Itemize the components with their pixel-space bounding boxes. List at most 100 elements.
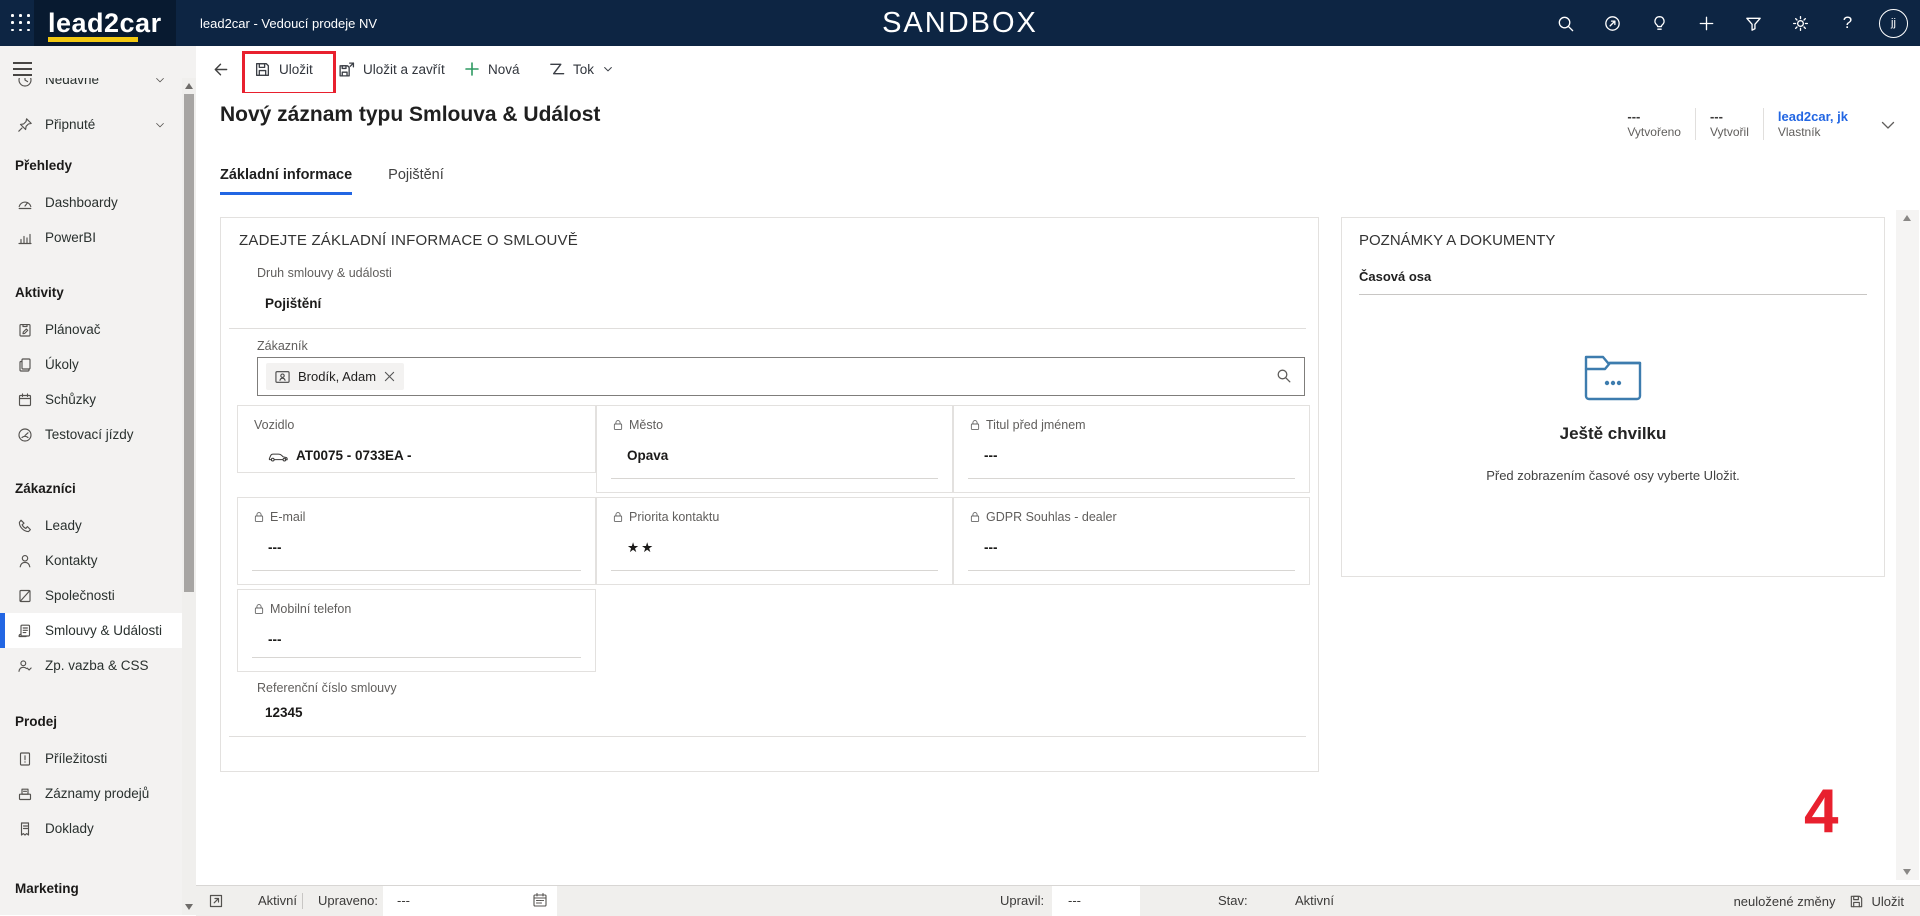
modified-by-field[interactable]: --- (1052, 886, 1140, 916)
flow-button[interactable]: Tok (540, 46, 622, 92)
save-and-close-button[interactable]: Uložit a zavřít (330, 46, 453, 92)
sidebar-group-zakaznici: Zákazníci (0, 478, 182, 498)
scroll-down-arrow-icon[interactable] (185, 904, 193, 910)
field-value-mobil: --- (268, 632, 282, 647)
status-bar: Aktivní Upraveno: --- Upravil: --- Stav:… (196, 885, 1920, 916)
state-label: Stav: (1218, 893, 1248, 908)
scroll-down-arrow-icon[interactable] (1903, 869, 1911, 875)
new-record-button[interactable]: Nová (456, 46, 528, 92)
sidebar-item-smlouvy-udalosti[interactable]: Smlouvy & Události (0, 613, 182, 648)
stat-created: --- Vytvořeno (1613, 108, 1695, 140)
chevron-down-icon (602, 63, 614, 75)
modified-date-field[interactable]: --- (383, 886, 557, 916)
field-value-referencni[interactable]: 12345 (265, 705, 303, 720)
settings-gear-icon[interactable] (1777, 0, 1824, 46)
status-active-label: Aktivní (258, 893, 297, 908)
save-icon (1849, 894, 1864, 909)
form-section-card: ZADEJTE ZÁKLADNÍ INFORMACE O SMLOUVĚ Dru… (220, 217, 1319, 772)
field-cell-mesto: Město Opava (596, 405, 953, 493)
modified-by-value: --- (1068, 893, 1081, 908)
field-label-email: E-mail (254, 510, 305, 524)
scroll-up-arrow-icon[interactable] (185, 83, 193, 89)
annotation-step-number: 4 (1804, 781, 1838, 843)
sidebar-item-zp-vazba-css[interactable]: Zp. vazba & CSS (0, 648, 182, 683)
sidebar-item-ukoly[interactable]: Úkoly (0, 347, 182, 382)
sidebar-item-doklady[interactable]: Doklady (0, 811, 182, 846)
sidebar-item-powerbi[interactable]: PowerBI (0, 220, 182, 255)
field-cell-mobil: Mobilní telefon --- (237, 589, 596, 672)
sidebar-item-recent[interactable]: Nedávné (0, 78, 182, 97)
sidebar-item-label: Připnuté (45, 117, 95, 132)
sidebar-item-schuzky[interactable]: Schůzky (0, 382, 182, 417)
phone-icon (17, 518, 33, 534)
back-button[interactable] (204, 46, 237, 92)
calendar-icon[interactable] (532, 892, 548, 908)
status-bar-right: neuložené změny Uložit (1734, 886, 1904, 916)
field-value-mesto: Opava (627, 448, 668, 463)
field-label-titul: Titul před jménem (970, 418, 1086, 432)
sidebar-item-prilezitosti[interactable]: Příležitosti (0, 741, 182, 776)
popout-icon[interactable] (208, 893, 224, 909)
sidebar-item-kontakty[interactable]: Kontakty (0, 543, 182, 578)
field-value-priorita-rating: ★★ (627, 540, 655, 556)
header-chevron-down-icon[interactable] (1880, 117, 1896, 133)
sidebar-item-pinned[interactable]: Připnuté (0, 107, 182, 142)
clipboard-icon (17, 322, 33, 338)
sidebar-item-planovac[interactable]: Plánovač (0, 312, 182, 347)
scroll-up-arrow-icon[interactable] (1903, 215, 1911, 221)
sidebar-item-label: Nedávné (45, 78, 99, 87)
logo[interactable]: lead2car (34, 0, 176, 46)
customer-lookup-input[interactable]: Brodík, Adam (257, 357, 1305, 396)
dismiss-icon[interactable] (384, 371, 395, 382)
field-value-vozidlo[interactable]: AT0075 - 0733EA - (268, 448, 412, 463)
status-save-button[interactable]: Uložit (1849, 894, 1904, 909)
field-label-gdpr: GDPR Souhlas - dealer (970, 510, 1117, 524)
bar-chart-icon (17, 230, 33, 246)
company-document-icon (17, 588, 33, 604)
sidebar-scroll-area: Nedávné Připnuté Přehledy Dashboardy Pow… (0, 78, 182, 915)
circle-arrow-icon[interactable] (1589, 0, 1636, 46)
sidebar-scrollbar (182, 78, 196, 915)
field-cell-vozidlo[interactable]: Vozidlo AT0075 - 0733EA - (237, 405, 596, 473)
add-icon[interactable] (1683, 0, 1730, 46)
car-icon (268, 450, 289, 462)
app-launcher-waffle-icon[interactable] (11, 14, 31, 32)
person-feedback-icon (17, 658, 33, 674)
folder-icon (1582, 350, 1644, 402)
calendar-icon (17, 392, 33, 408)
scrollbar-thumb[interactable] (184, 94, 194, 592)
sidebar-item-leady[interactable]: Leady (0, 508, 182, 543)
lock-icon (254, 603, 264, 615)
lightbulb-icon[interactable] (1636, 0, 1683, 46)
customer-chip[interactable]: Brodík, Adam (266, 363, 404, 390)
lock-icon (970, 419, 980, 431)
tab-pojisteni[interactable]: Pojištění (388, 167, 444, 195)
document-exclaim-icon (17, 751, 33, 767)
help-icon[interactable]: ? (1824, 0, 1871, 46)
app-bar-icons: ? jj (1542, 0, 1908, 46)
field-value-gdpr: --- (984, 540, 998, 555)
field-label-mobil: Mobilní telefon (254, 602, 351, 616)
logo-underline (48, 37, 138, 42)
cash-register-icon (17, 786, 33, 802)
command-bar: Uložit Uložit a zavřít Nová Tok (196, 46, 1920, 94)
field-value-druh[interactable]: Pojištění (265, 296, 321, 311)
save-button[interactable]: Uložit (246, 46, 321, 92)
main-content: Nový záznam typu Smlouva & Událost --- V… (196, 93, 1920, 885)
filter-icon[interactable] (1730, 0, 1777, 46)
record-header-stats: --- Vytvořeno --- Vytvořil lead2car, jk … (1613, 108, 1862, 140)
tab-zakladni-informace[interactable]: Základní informace (220, 167, 352, 195)
sidebar-item-zaznamy-prodeju[interactable]: Záznamy prodejů (0, 776, 182, 811)
search-icon[interactable] (1542, 0, 1589, 46)
sidebar-item-spolecnosti[interactable]: Společnosti (0, 578, 182, 613)
owner-link[interactable]: lead2car, jk (1778, 108, 1848, 125)
field-cell-email: E-mail --- (237, 497, 596, 585)
value-underline (611, 478, 938, 479)
lookup-search-icon[interactable] (1276, 368, 1292, 384)
section-title: ZADEJTE ZÁKLADNÍ INFORMACE O SMLOUVĚ (239, 232, 578, 249)
sidebar-item-testovaci-jizdy[interactable]: Testovací jízdy (0, 417, 182, 452)
avatar[interactable]: jj (1879, 9, 1908, 38)
sidebar-item-dashboardy[interactable]: Dashboardy (0, 185, 182, 220)
app-title: lead2car - Vedoucí prodeje NV (200, 16, 377, 31)
modified-label: Upraveno: (318, 893, 378, 908)
